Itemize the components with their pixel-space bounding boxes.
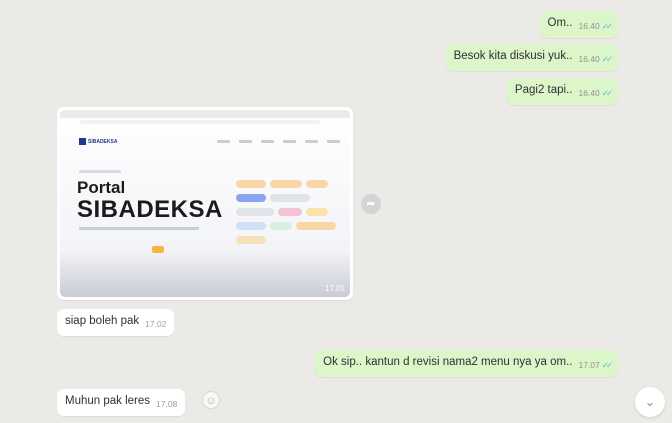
message-text: Ok sip.. kantun d revisi nama2 menu nya … [323,356,573,368]
category-pill [236,180,266,188]
emoji-icon[interactable]: ☺ [202,391,220,409]
message-text: Besok kita diskusi yuk.. [453,50,573,62]
message-bubble-outgoing[interactable]: Besok kita diskusi yuk.. 16.40 ✓✓ [445,44,618,71]
double-check-icon: ✓✓ [601,21,613,31]
category-pill [236,208,274,216]
site-logo: SIBADEKSA [79,138,117,145]
category-pill [236,222,266,230]
site-logo-text: SIBADEKSA [88,139,118,145]
message-meta: 17.07 ✓✓ [578,358,613,372]
browser-url-bar [80,120,320,124]
hero-title-line2: SIBADEKSA [77,196,223,223]
double-check-icon: ✓✓ [601,54,613,64]
message-time: 17.01 [324,284,345,293]
message-time: 17.02 [145,319,167,329]
message-meta: 16.40 ✓✓ [578,86,613,100]
message-text: siap boleh pak [65,315,140,327]
category-pill [270,222,292,230]
site-nav [217,140,340,143]
message-text: Muhun pak leres [65,395,151,407]
scroll-down-button[interactable]: ⌄ [635,387,665,417]
double-check-icon: ✓✓ [601,88,613,98]
category-pill [306,180,328,188]
category-pill [270,180,302,188]
category-pill [296,222,336,230]
message-bubble-outgoing[interactable]: Om.. 16.40 ✓✓ [539,11,618,38]
message-meta: 16.40 ✓✓ [578,19,613,33]
message-time: 17.07 [578,360,600,370]
browser-bar [60,110,350,118]
message-time: 16.40 [578,54,600,64]
category-pill [270,194,310,202]
category-pill [306,208,328,216]
forward-icon[interactable]: ➦ [361,194,381,214]
hero-kicker [79,170,121,173]
category-pill [236,194,266,202]
category-pill [278,208,302,216]
category-pill [236,236,266,244]
message-time: 17.08 [156,399,178,409]
message-bubble-incoming[interactable]: Muhun pak leres 17.08 [57,389,186,416]
hero-cta-button [152,246,164,253]
message-meta: 16.40 ✓✓ [578,52,613,66]
double-check-icon: ✓✓ [601,360,613,370]
image-message[interactable]: SIBADEKSA Portal SIBADEKSA 17.01 [57,107,353,300]
message-time: 16.40 [578,21,600,31]
hero-subtitle [79,227,199,230]
message-bubble-outgoing[interactable]: Pagi2 tapi.. 16.40 ✓✓ [506,78,618,105]
image-preview[interactable]: SIBADEKSA Portal SIBADEKSA 17.01 [60,110,350,297]
message-text: Om.. [547,17,573,29]
category-pills [236,180,346,244]
chat-panel: Om.. 16.40 ✓✓ Besok kita diskusi yuk.. 16.4… [0,0,672,423]
message-time: 16.40 [578,88,600,98]
message-bubble-incoming[interactable]: siap boleh pak 17.02 [57,309,175,336]
hero-title-line1: Portal [77,178,126,197]
message-bubble-outgoing[interactable]: Ok sip.. kantun d revisi nama2 menu nya … [315,350,618,377]
chevron-down-icon: ⌄ [644,394,656,409]
message-text: Pagi2 tapi.. [514,84,573,96]
